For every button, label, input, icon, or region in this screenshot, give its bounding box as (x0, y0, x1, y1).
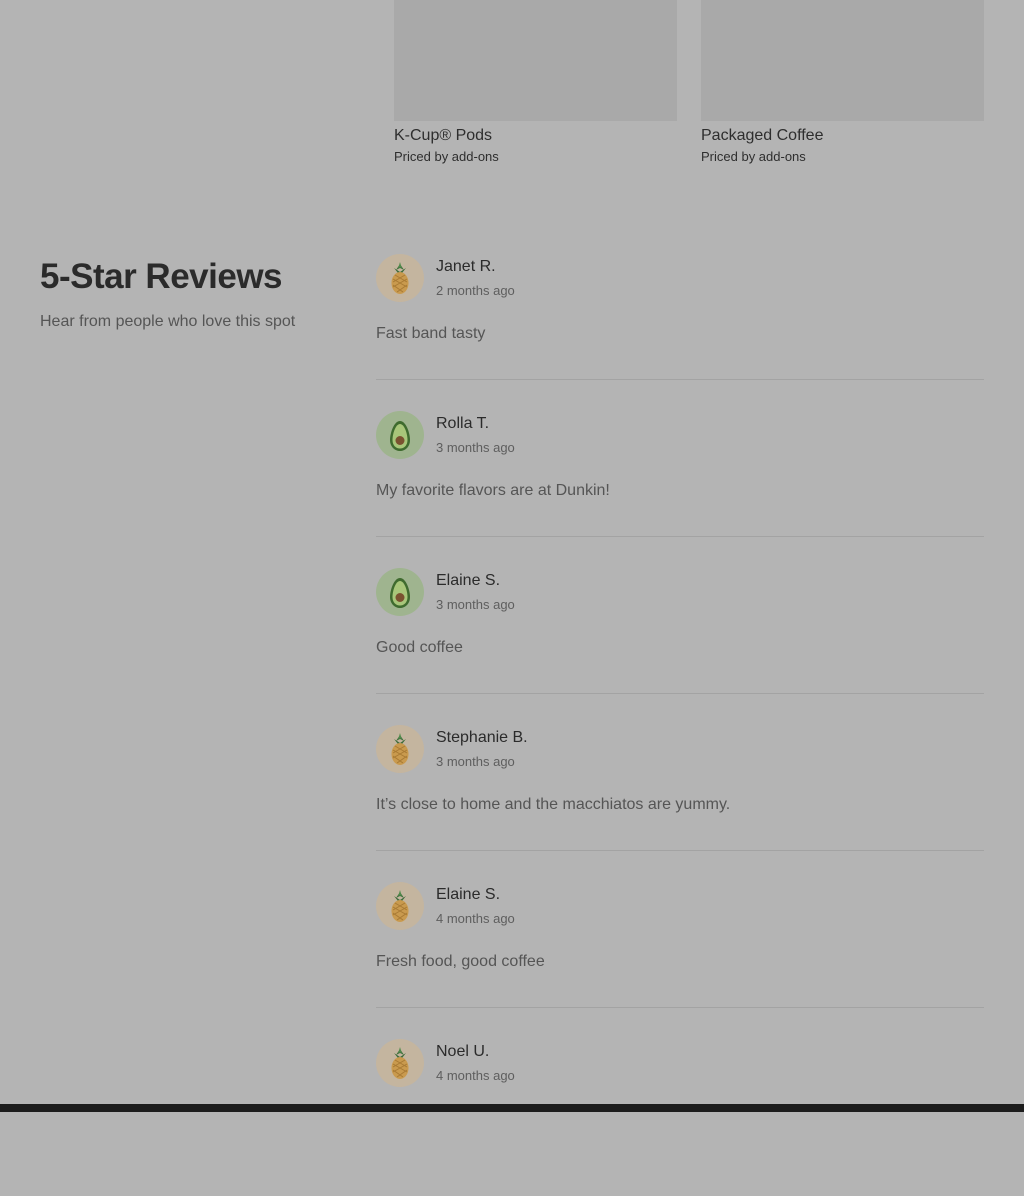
avocado-icon (376, 568, 424, 616)
reviews-header: 5-Star Reviews Hear from people who love… (40, 256, 340, 332)
reviews-subtitle: Hear from people who love this spot (40, 313, 296, 330)
review-text: My favorite flavors are at Dunkin! (376, 482, 610, 499)
bottom-bar (0, 1104, 1024, 1112)
product-image[interactable] (394, 0, 677, 121)
pineapple-icon (376, 254, 424, 302)
review-date: 3 months ago (436, 597, 515, 612)
reviewer-name: Stephanie B. (436, 729, 528, 746)
reviewer-name: Rolla T. (436, 415, 490, 432)
review-date: 2 months ago (436, 283, 515, 298)
divider (376, 850, 984, 851)
avocado-icon (376, 411, 424, 459)
review-item: Elaine S. 3 months ago Good coffee (376, 568, 984, 725)
divider (376, 1007, 984, 1008)
pineapple-icon (376, 725, 424, 773)
review-item: Rolla T. 3 months ago My favorite flavor… (376, 411, 984, 568)
divider (376, 379, 984, 380)
product-card-packaged-coffee[interactable]: Packaged Coffee Priced by add-ons (701, 0, 984, 166)
review-date: 3 months ago (436, 754, 515, 769)
reviewer-name: Noel U. (436, 1043, 490, 1060)
review-text: It’s close to home and the macchiatos ar… (376, 796, 731, 813)
product-image[interactable] (701, 0, 984, 121)
divider (376, 536, 984, 537)
reviews-title: 5-Star Reviews (40, 257, 283, 296)
product-name: Packaged Coffee (701, 127, 824, 144)
review-date: 4 months ago (436, 911, 515, 926)
review-item: Stephanie B. 3 months ago It’s close to … (376, 725, 984, 882)
review-date: 3 months ago (436, 440, 515, 455)
product-name: K-Cup® Pods (394, 127, 493, 144)
pineapple-icon (376, 1039, 424, 1087)
review-date: 4 months ago (436, 1068, 515, 1083)
review-item: Elaine S. 4 months ago Fresh food, good … (376, 882, 984, 1039)
divider (376, 693, 984, 694)
review-text: Good coffee (376, 639, 463, 656)
review-item: Noel U. 4 months ago (376, 1039, 984, 1196)
reviews-list: Janet R. 2 months ago Fast band tasty Ro… (376, 254, 984, 1196)
reviewer-name: Janet R. (436, 258, 496, 275)
review-text: Fast band tasty (376, 325, 486, 342)
pineapple-icon (376, 882, 424, 930)
reviewer-name: Elaine S. (436, 572, 501, 589)
product-price: Priced by add-ons (701, 149, 806, 164)
review-text: Fresh food, good coffee (376, 953, 545, 970)
reviewer-name: Elaine S. (436, 886, 501, 903)
product-price: Priced by add-ons (394, 149, 499, 164)
product-card-kcup-pods[interactable]: K-Cup® Pods Priced by add-ons (394, 0, 677, 166)
review-item: Janet R. 2 months ago Fast band tasty (376, 254, 984, 411)
